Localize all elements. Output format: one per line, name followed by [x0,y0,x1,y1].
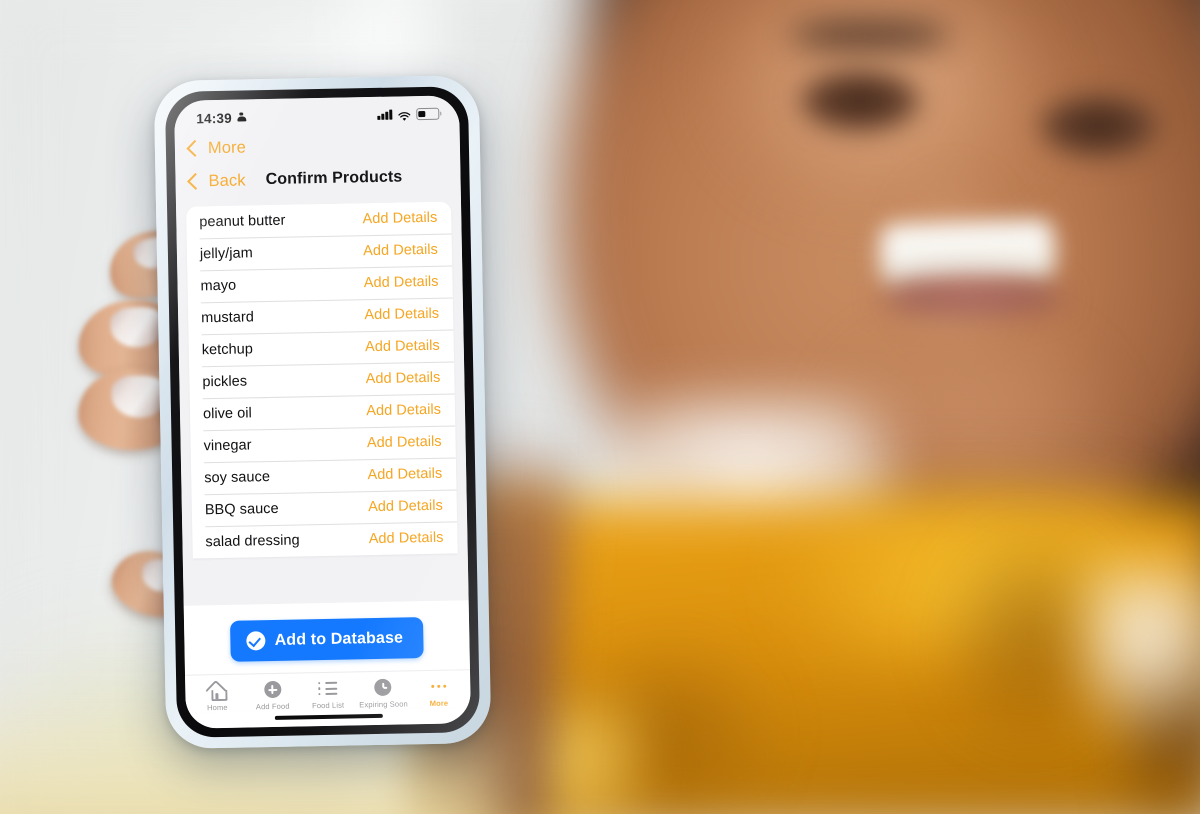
add-details-link[interactable]: Add Details [364,274,439,291]
add-details-link[interactable]: Add Details [364,306,439,323]
table-row[interactable]: ketchup Add Details [188,329,454,366]
table-row[interactable]: vinegar Add Details [190,425,456,462]
person-eye-right [1040,95,1158,157]
table-row[interactable]: mustard Add Details [188,297,454,334]
status-bar-left: 14:39 [196,110,246,126]
add-details-link[interactable]: Add Details [366,370,441,387]
person-icon [237,112,246,123]
table-row[interactable]: peanut butter Add Details [186,201,452,238]
product-name: BBQ sauce [204,500,279,519]
status-bar-right [377,107,440,121]
product-name: olive oil [202,405,252,423]
add-details-link[interactable]: Add Details [363,242,438,259]
table-row[interactable]: BBQ sauce Add Details [192,489,458,526]
person-lower-lip [880,278,1065,318]
table-row[interactable]: jelly/jam Add Details [187,233,453,270]
person-eye-left [800,70,920,132]
nav-back-row: Back Confirm Products [175,161,461,196]
table-row[interactable]: soy sauce Add Details [191,457,457,494]
home-icon [205,679,228,702]
home-indicator[interactable] [274,713,383,720]
table-row[interactable]: pickles Add Details [189,361,455,398]
product-name: soy sauce [204,469,271,487]
person-smile-teeth [878,218,1057,288]
nav-parent-back-label: More [207,137,247,157]
primary-action-zone: Add to Database [183,600,470,675]
add-details-link[interactable]: Add Details [369,530,444,547]
add-to-database-label: Add to Database [274,628,404,649]
tab-add-food[interactable]: Add Food [245,677,301,711]
check-circle-icon [246,631,266,651]
product-name: peanut butter [199,212,286,231]
add-details-link[interactable]: Add Details [365,338,440,355]
phone-screen: 14:39 More Back Confirm Products peanut … [173,95,472,729]
product-name: mayo [200,277,237,295]
navigation-bar: More Back Confirm Products [174,127,461,207]
person-collar-right [1080,560,1200,750]
ellipsis-icon [429,677,448,696]
status-bar-clock: 14:39 [196,110,233,126]
list-icon [318,679,338,698]
product-name: mustard [201,309,255,327]
add-details-link[interactable]: Add Details [367,466,442,483]
chevron-left-icon [186,139,204,157]
add-details-link[interactable]: Add Details [362,210,437,227]
smartphone: 14:39 More Back Confirm Products peanut … [153,74,492,750]
chevron-left-icon[interactable] [187,172,205,190]
product-name: salad dressing [205,532,300,551]
product-name: jelly/jam [199,245,253,263]
add-details-link[interactable]: Add Details [366,402,441,419]
phone-bezel: 14:39 More Back Confirm Products peanut … [164,86,481,738]
product-list-card: peanut butter Add Details jelly/jam Add … [186,201,458,559]
person-eyebrow [790,18,950,52]
cellular-signal-icon [377,109,393,120]
tab-home-label: Home [206,702,228,713]
add-details-link[interactable]: Add Details [368,498,443,515]
tab-bar: Home Add Food Food List Expiring Soon Mo… [185,669,471,713]
add-details-link[interactable]: Add Details [367,434,442,451]
tab-food-list[interactable]: Food List [300,676,356,710]
table-row[interactable]: mayo Add Details [187,265,453,302]
table-row[interactable]: olive oil Add Details [190,393,456,430]
table-row[interactable]: salad dressing Add Details [192,521,458,558]
tab-more-label: More [429,698,449,708]
tab-home[interactable]: Home [189,679,245,713]
product-list-scroll[interactable]: peanut butter Add Details jelly/jam Add … [176,201,469,606]
battery-icon [416,107,440,121]
product-name: pickles [202,373,248,391]
add-to-database-button[interactable]: Add to Database [230,617,424,662]
wifi-icon [397,109,411,121]
nav-parent-back[interactable]: More [175,129,460,162]
plus-circle-icon [263,680,282,699]
page-title: Confirm Products [265,168,403,189]
back-button-label[interactable]: Back [208,171,245,191]
clock-icon [374,678,393,697]
product-name: vinegar [203,437,252,455]
product-name: ketchup [201,341,254,359]
tab-expiring-soon[interactable]: Expiring Soon [355,675,411,709]
tab-more[interactable]: More [411,674,467,708]
